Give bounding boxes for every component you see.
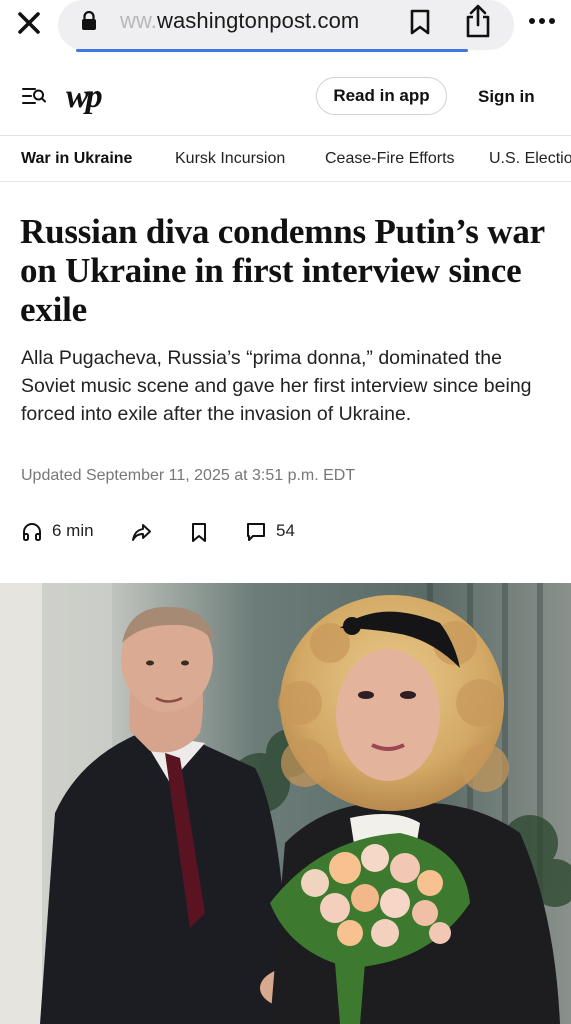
topic-us-elections[interactable]: U.S. Elections [489,150,571,168]
listen-time[interactable]: 6 min [52,521,94,541]
article-timestamp: Updated September 11, 2025 at 3:51 p.m. … [21,467,356,484]
close-icon[interactable] [14,8,44,38]
share-icon[interactable] [463,3,493,39]
lock-icon [82,11,96,30]
bookmark-icon[interactable] [188,521,210,543]
topic-nav: War in Ukraine Kursk Incursion Cease-Fir… [0,136,571,182]
url-text[interactable]: ww.washingtonpost.com [120,8,359,34]
more-icon[interactable] [527,11,557,31]
topic-cease-fire-efforts[interactable]: Cease-Fire Efforts [325,150,455,168]
sign-in-link[interactable]: Sign in [478,87,535,107]
url-domain: washingtonpost.com [156,8,360,33]
read-in-app-button[interactable]: Read in app [316,77,447,115]
wp-logo[interactable]: wp [66,78,103,116]
article-headline: Russian diva condemns Putin’s war on Ukr… [20,212,545,329]
comment-count[interactable]: 54 [276,521,295,541]
menu-search-icon[interactable] [22,86,46,106]
share-icon[interactable] [131,521,153,543]
topic-kursk-incursion[interactable]: Kursk Incursion [175,150,285,168]
article-photo [0,583,571,1024]
headphones-icon[interactable] [21,521,43,543]
url-faded-part: ww. [120,8,157,33]
comment-icon[interactable] [245,521,267,543]
bookmark-icon[interactable] [408,8,432,36]
topic-war-in-ukraine[interactable]: War in Ukraine [21,150,132,168]
browser-toolbar: ww.washingtonpost.com [0,0,571,58]
article-dek: Alla Pugacheva, Russia’s “prima donna,” … [21,347,532,425]
page-load-progress [76,49,468,52]
site-header: wp Read in app Sign in [0,58,571,136]
article-actions: 6 min 54 [0,515,571,547]
